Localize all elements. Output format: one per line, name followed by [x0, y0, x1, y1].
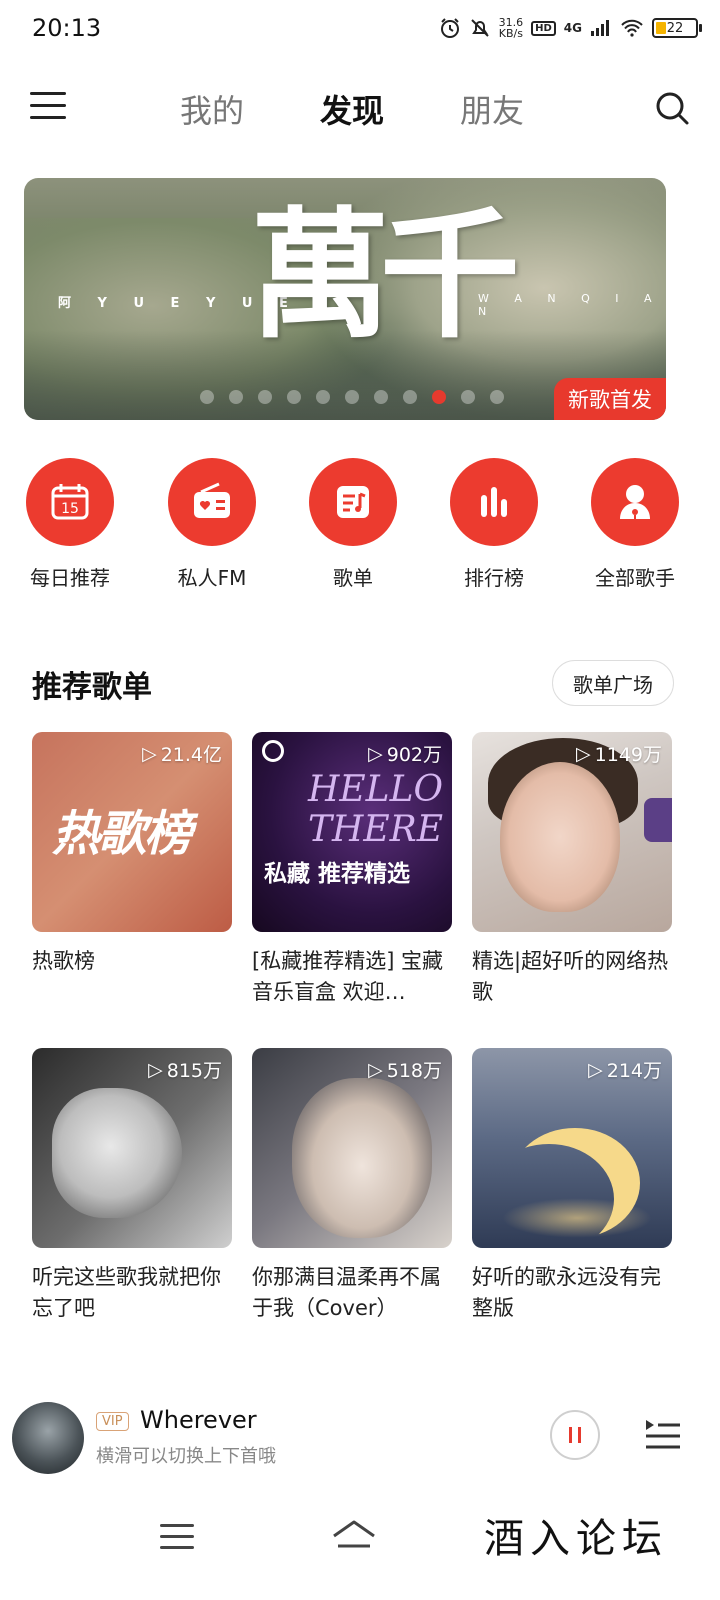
tab-discover[interactable]: 发现 — [320, 86, 384, 132]
banner-dot[interactable] — [316, 390, 330, 404]
playlist-plaza-button[interactable]: 歌单广场 — [552, 660, 674, 706]
network-type: 4G — [563, 21, 582, 35]
playlist-card[interactable]: ▷ 1149万 精选|超好听的网络热歌 — [472, 732, 672, 1008]
play-icon: ▷ — [368, 1058, 383, 1081]
album-art[interactable] — [12, 1402, 84, 1474]
menu-icon[interactable] — [30, 92, 66, 122]
playlist-card[interactable]: 热歌榜 ▷ 21.4亿 热歌榜 — [32, 732, 232, 1008]
play-icon: ▷ — [368, 742, 383, 765]
play-icon: ▷ — [588, 1058, 603, 1081]
play-count: ▷ 1149万 — [576, 742, 662, 767]
calendar-icon: 15 — [26, 458, 114, 546]
swipe-hint: 横滑可以切换上下首哦 — [96, 1446, 276, 1467]
playlist-card[interactable]: ▷ 518万 你那满目温柔再不属于我（Cover） — [252, 1048, 452, 1324]
chart-bars-icon — [450, 458, 538, 546]
play-count: ▷ 214万 — [588, 1058, 662, 1083]
playlist-title: 听完这些歌我就把你忘了吧 — [32, 1265, 221, 1320]
playlist-title: 好听的歌永远没有完整版 — [472, 1265, 661, 1320]
playlist-cover: ▷ 518万 — [252, 1048, 452, 1248]
mute-bell-icon — [470, 19, 489, 37]
playlist-cover: ▷ 815万 — [32, 1048, 232, 1248]
playlist-title: 热歌榜 — [32, 949, 95, 973]
play-icon: ▷ — [148, 1058, 163, 1081]
play-icon: ▷ — [142, 742, 157, 765]
playlist-cover: ▷ 1149万 — [472, 732, 672, 932]
mini-player[interactable]: VIP Wherever 横滑可以切换上下首哦 — [0, 1394, 720, 1484]
quick-all-singers[interactable]: 全部歌手 — [575, 458, 695, 591]
banner-dot[interactable] — [287, 390, 301, 404]
banner-dot[interactable] — [403, 390, 417, 404]
banner-title: 萬千 — [250, 194, 520, 358]
quick-private-fm[interactable]: 私人FM — [152, 458, 272, 591]
hd-badge: HD — [531, 20, 556, 36]
netease-logo-icon — [262, 740, 284, 762]
banner-dot[interactable] — [490, 390, 504, 404]
radio-icon — [168, 458, 256, 546]
banner-dot[interactable] — [200, 390, 214, 404]
quick-entries: 15 每日推荐 私人FM 歌单 排行榜 全部歌手 — [0, 458, 720, 598]
playlist-title: 你那满目温柔再不属于我（Cover） — [252, 1265, 441, 1320]
play-count: ▷ 518万 — [368, 1058, 442, 1083]
banner-dot[interactable] — [345, 390, 359, 404]
tab-mine[interactable]: 我的 — [180, 86, 244, 132]
playlist-cover: ▷ 214万 — [472, 1048, 672, 1248]
recent-apps-icon[interactable] — [160, 1524, 194, 1552]
alarm-icon — [440, 18, 459, 38]
banner-badge: 新歌首发 — [554, 378, 666, 420]
top-nav: 我的 发现 朋友 — [0, 78, 720, 140]
playlist-card[interactable]: HELLO THERE 私藏 推荐精选 ▷ 902万 [私藏推荐精选] 宝藏音乐盲… — [252, 732, 452, 1008]
play-count: ▷ 902万 — [368, 742, 442, 767]
playlist-cover: 热歌榜 ▷ 21.4亿 — [32, 732, 232, 932]
banner-dot[interactable] — [461, 390, 475, 404]
banner-dot[interactable] — [374, 390, 388, 404]
section-title: 推荐歌单 — [32, 670, 152, 705]
status-icons: 31.6 KB/s HD 4G 22 — [439, 14, 702, 42]
tab-friends[interactable]: 朋友 — [460, 86, 524, 132]
tab-bar: 我的 发现 朋友 — [180, 86, 524, 132]
banner-dot[interactable] — [258, 390, 272, 404]
home-icon[interactable] — [330, 1514, 378, 1554]
status-time: 20:13 — [32, 14, 102, 42]
quick-daily-recommend[interactable]: 15 每日推荐 — [10, 458, 130, 591]
pause-button[interactable] — [550, 1410, 600, 1460]
banner-song-text: W A N Q I A N — [478, 292, 663, 318]
network-speed: 31.6 KB/s — [498, 16, 524, 40]
search-icon[interactable] — [654, 90, 690, 126]
promo-banner[interactable]: 阿 Y U E Y U E 萬千 W A N Q I A N 新歌首发 — [24, 178, 666, 420]
song-title: Wherever — [140, 1406, 257, 1434]
quick-charts[interactable]: 排行榜 — [434, 458, 554, 591]
status-bar: 20:13 31.6 KB/s HD 4G 22 — [0, 0, 720, 58]
banner-dot-active[interactable] — [432, 390, 446, 404]
playlist-title: [私藏推荐精选] 宝藏音乐盲盒 欢迎… — [252, 949, 444, 1004]
playlist-title: 精选|超好听的网络热歌 — [472, 949, 669, 1004]
signal-icon — [591, 20, 609, 36]
wifi-icon — [621, 19, 643, 37]
play-count: ▷ 21.4亿 — [142, 742, 222, 767]
playlist-card[interactable]: ▷ 214万 好听的歌永远没有完整版 — [472, 1048, 672, 1324]
playlist-icon — [309, 458, 397, 546]
banner-pagination — [200, 390, 504, 404]
playlist-queue-icon[interactable] — [642, 1414, 682, 1454]
banner-dot[interactable] — [229, 390, 243, 404]
vip-badge: VIP — [96, 1412, 129, 1431]
svg-text:15: 15 — [61, 501, 79, 517]
system-nav-bar: 酒入论坛 — [0, 1496, 720, 1600]
playlist-cover: HELLO THERE 私藏 推荐精选 ▷ 902万 — [252, 732, 452, 932]
playlist-card[interactable]: ▷ 815万 听完这些歌我就把你忘了吧 — [32, 1048, 232, 1324]
forum-watermark: 酒入论坛 — [484, 1516, 668, 1562]
battery-icon: 22 — [652, 18, 702, 38]
quick-playlist[interactable]: 歌单 — [293, 458, 413, 591]
play-icon: ▷ — [576, 742, 591, 765]
play-count: ▷ 815万 — [148, 1058, 222, 1083]
singer-icon — [591, 458, 679, 546]
